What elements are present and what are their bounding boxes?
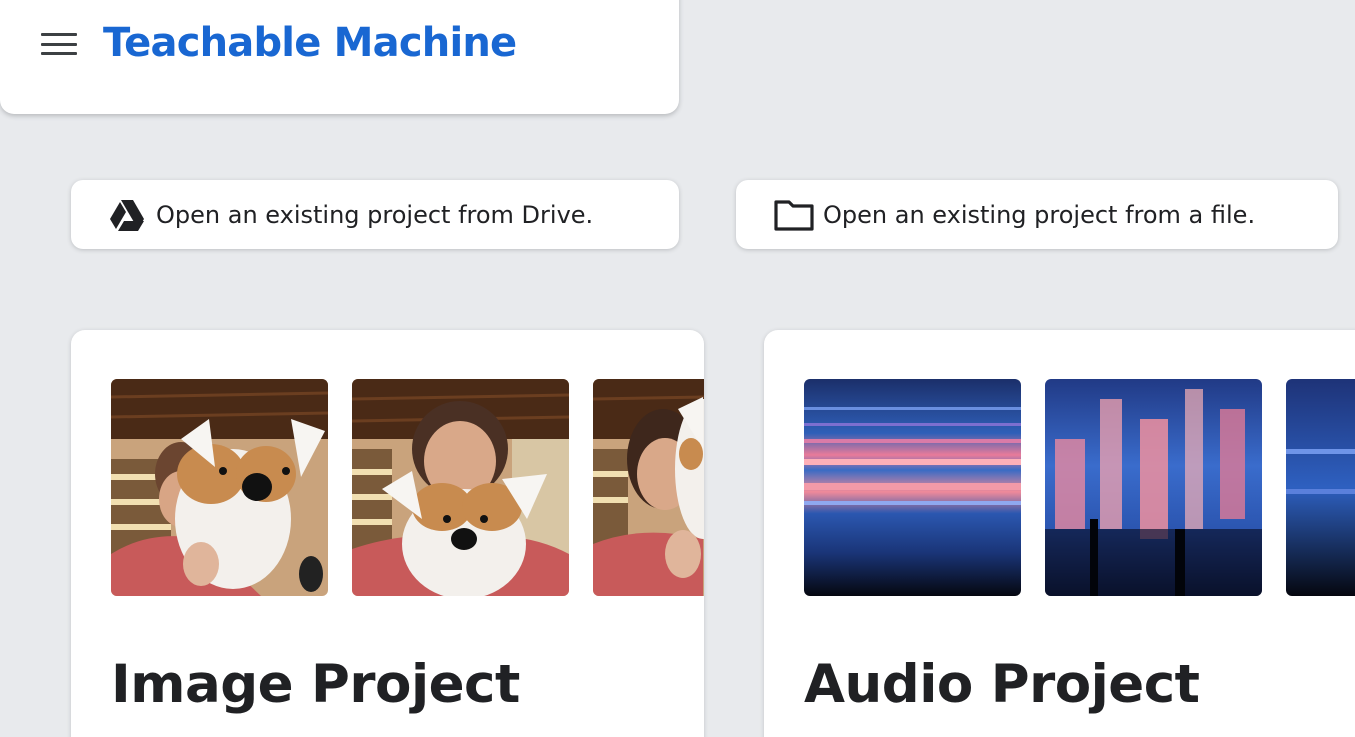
open-from-drive-button[interactable]: Open an existing project from Drive. (71, 180, 679, 249)
thumbnail-spectrogram (1045, 379, 1262, 596)
google-drive-icon (110, 199, 144, 231)
open-from-file-button[interactable]: Open an existing project from a file. (736, 180, 1338, 249)
thumbnail-photo (352, 379, 569, 596)
thumbnail-spectrogram (804, 379, 1021, 596)
app-header: Teachable Machine (0, 0, 679, 114)
thumbnail-photo (593, 379, 704, 596)
image-project-card[interactable]: Image Project (71, 330, 704, 737)
audio-project-card[interactable]: Audio Project (764, 330, 1355, 737)
audio-project-title: Audio Project (804, 654, 1200, 715)
open-from-file-label: Open an existing project from a file. (823, 200, 1256, 229)
thumbnail-photo (111, 379, 328, 596)
image-project-title: Image Project (111, 654, 520, 715)
image-project-thumbnails (111, 379, 704, 596)
audio-project-thumbnails (804, 379, 1355, 596)
hamburger-menu-icon[interactable] (40, 30, 78, 58)
app-title[interactable]: Teachable Machine (103, 20, 517, 66)
teachable-machine-start-page: Teachable Machine Open an existing proje… (0, 0, 1355, 737)
thumbnail-spectrogram (1286, 379, 1355, 596)
folder-icon (774, 199, 814, 231)
open-from-drive-label: Open an existing project from Drive. (156, 200, 594, 229)
